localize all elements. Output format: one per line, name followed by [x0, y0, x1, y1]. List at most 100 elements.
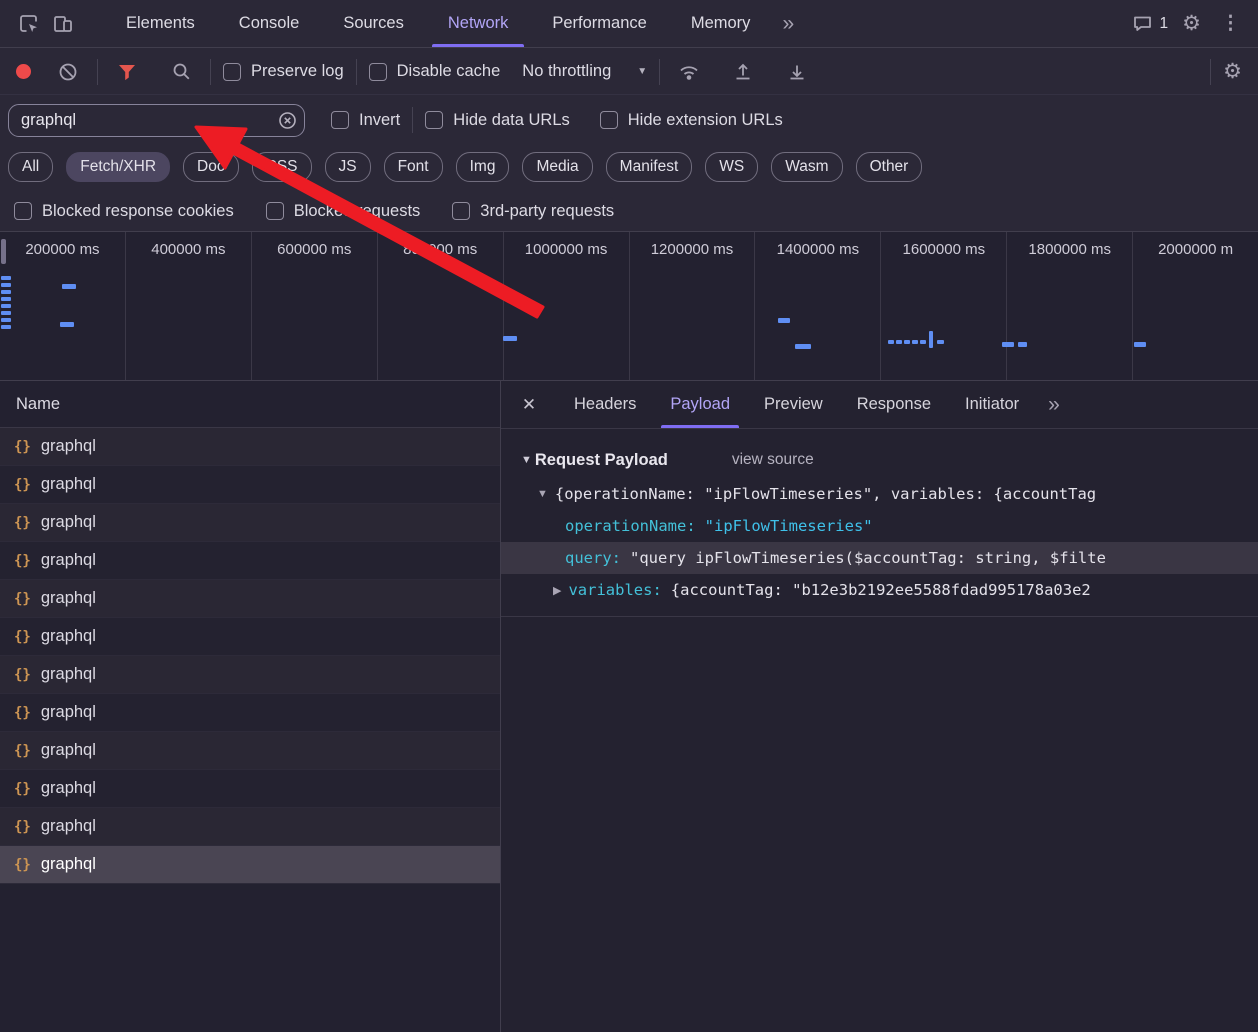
tab-elements[interactable]: Elements — [104, 0, 217, 47]
checkbox-icon — [331, 111, 349, 129]
pill-img[interactable]: Img — [456, 152, 510, 182]
blocked-response-cookies-checkbox[interactable]: Blocked response cookies — [14, 202, 234, 221]
tab-initiator[interactable]: Initiator — [948, 381, 1036, 428]
invert-checkbox[interactable]: Invert — [331, 111, 400, 130]
pill-css[interactable]: CSS — [252, 152, 312, 182]
preserve-log-checkbox[interactable]: Preserve log — [223, 62, 344, 81]
pill-media[interactable]: Media — [522, 152, 592, 182]
request-name: graphql — [41, 703, 96, 722]
blocked-requests-checkbox[interactable]: Blocked requests — [266, 202, 421, 221]
tab-preview[interactable]: Preview — [747, 381, 840, 428]
request-row[interactable]: {}graphql — [0, 542, 500, 580]
more-detail-tabs-icon[interactable]: » — [1048, 393, 1060, 417]
json-type-icon: {} — [14, 743, 31, 759]
timeline-tick: 400000 ms — [126, 232, 252, 380]
search-icon[interactable] — [164, 55, 198, 89]
record-button[interactable] — [16, 64, 31, 79]
request-row[interactable]: {}graphql — [0, 504, 500, 542]
divider — [1210, 59, 1211, 85]
request-row[interactable]: {}graphql — [0, 428, 500, 466]
network-overview-timeline[interactable]: 200000 ms 400000 ms 600000 ms 800000 ms … — [0, 231, 1258, 381]
tab-response[interactable]: Response — [840, 381, 948, 428]
expand-triangle-icon[interactable]: ▶ — [553, 584, 561, 597]
payload-variables-line[interactable]: ▶ variables: {accountTag: "b12e3b2192ee5… — [501, 574, 1258, 606]
timeline-tick: 800000 ms — [378, 232, 504, 380]
request-row[interactable]: {}graphql — [0, 580, 500, 618]
more-panels-icon[interactable]: » — [772, 12, 804, 36]
json-type-icon: {} — [14, 553, 31, 569]
filter-input[interactable] — [8, 104, 305, 137]
chevron-down-icon: ▼ — [637, 66, 647, 77]
clear-filter-icon[interactable] — [278, 111, 297, 130]
payload-operation-line[interactable]: operationName: "ipFlowTimeseries" — [501, 510, 1258, 542]
pill-doc[interactable]: Doc — [183, 152, 239, 182]
tab-headers[interactable]: Headers — [557, 381, 653, 428]
pill-all[interactable]: All — [8, 152, 53, 182]
issues-count: 1 — [1160, 15, 1169, 33]
tab-console[interactable]: Console — [217, 0, 322, 47]
filter-funnel-icon[interactable] — [110, 55, 144, 89]
tab-payload[interactable]: Payload — [653, 381, 747, 428]
payload-tree: ▼ {operationName: "ipFlowTimeseries", va… — [501, 478, 1258, 617]
throttling-select[interactable]: No throttling ▼ — [522, 62, 647, 81]
request-name: graphql — [41, 513, 96, 532]
divider — [356, 59, 357, 85]
timeline-tick: 600000 ms — [252, 232, 378, 380]
request-row[interactable]: {}graphql — [0, 618, 500, 656]
hide-data-urls-label: Hide data URLs — [453, 111, 569, 130]
disable-cache-checkbox[interactable]: Disable cache — [369, 62, 501, 81]
payload-root-line[interactable]: ▼ {operationName: "ipFlowTimeseries", va… — [501, 478, 1258, 510]
request-row-selected[interactable]: {}graphql — [0, 846, 500, 884]
device-toolbar-icon[interactable] — [46, 7, 80, 41]
tab-memory[interactable]: Memory — [669, 0, 773, 47]
request-row[interactable]: {}graphql — [0, 694, 500, 732]
json-type-icon: {} — [14, 857, 31, 873]
name-column-header[interactable]: Name — [0, 381, 500, 428]
filter-input-box — [8, 104, 305, 137]
devtools-window: Elements Console Sources Network Perform… — [0, 0, 1258, 1032]
devtools-tabbar: Elements Console Sources Network Perform… — [0, 0, 1258, 48]
divider — [210, 59, 211, 85]
request-name: graphql — [41, 779, 96, 798]
panel-tabs: Elements Console Sources Network Perform… — [104, 0, 772, 47]
pill-ws[interactable]: WS — [705, 152, 758, 182]
collapse-triangle-icon[interactable]: ▼ — [521, 454, 532, 466]
request-type-filters: All Fetch/XHR Doc CSS JS Font Img Media … — [0, 144, 1258, 190]
network-settings-gear-icon[interactable]: ⚙ — [1223, 61, 1242, 82]
settings-gear-icon[interactable]: ⚙ — [1182, 13, 1201, 34]
request-row[interactable]: {}graphql — [0, 466, 500, 504]
hide-extension-urls-checkbox[interactable]: Hide extension URLs — [600, 111, 783, 130]
request-row[interactable]: {}graphql — [0, 770, 500, 808]
issues-button[interactable]: 1 — [1132, 14, 1169, 34]
tab-sources[interactable]: Sources — [321, 0, 426, 47]
payload-query-line[interactable]: query: "query ipFlowTimeseries($accountT… — [501, 542, 1258, 574]
export-har-icon[interactable] — [780, 55, 814, 89]
network-filter-row: Invert Hide data URLs Hide extension URL… — [0, 96, 1258, 144]
timeline-tick: 200000 ms — [0, 232, 126, 380]
pill-other[interactable]: Other — [856, 152, 923, 182]
view-source-link[interactable]: view source — [732, 451, 814, 469]
pill-js[interactable]: JS — [325, 152, 371, 182]
third-party-requests-checkbox[interactable]: 3rd-party requests — [452, 202, 614, 221]
pill-font[interactable]: Font — [384, 152, 443, 182]
close-details-icon[interactable]: ✕ — [501, 395, 557, 415]
pill-manifest[interactable]: Manifest — [606, 152, 693, 182]
payload-value: {accountTag: "b12e3b2192ee5588fdad995178… — [671, 581, 1091, 599]
import-har-icon[interactable] — [726, 55, 760, 89]
pill-fetch-xhr[interactable]: Fetch/XHR — [66, 152, 170, 182]
request-details-panel: ✕ Headers Payload Preview Response Initi… — [501, 381, 1258, 1032]
checkbox-icon — [266, 202, 284, 220]
tab-network[interactable]: Network — [426, 0, 531, 47]
pill-wasm[interactable]: Wasm — [771, 152, 842, 182]
clear-network-log-icon[interactable] — [51, 55, 85, 89]
kebab-menu-icon[interactable]: ⋮ — [1215, 12, 1246, 35]
request-row[interactable]: {}graphql — [0, 656, 500, 694]
request-row[interactable]: {}graphql — [0, 808, 500, 846]
hide-data-urls-checkbox[interactable]: Hide data URLs — [425, 111, 569, 130]
inspect-element-icon[interactable] — [12, 7, 46, 41]
request-row[interactable]: {}graphql — [0, 732, 500, 770]
divider — [412, 107, 413, 133]
network-conditions-icon[interactable] — [672, 55, 706, 89]
tab-performance[interactable]: Performance — [530, 0, 668, 47]
collapse-triangle-icon[interactable]: ▼ — [537, 488, 548, 500]
